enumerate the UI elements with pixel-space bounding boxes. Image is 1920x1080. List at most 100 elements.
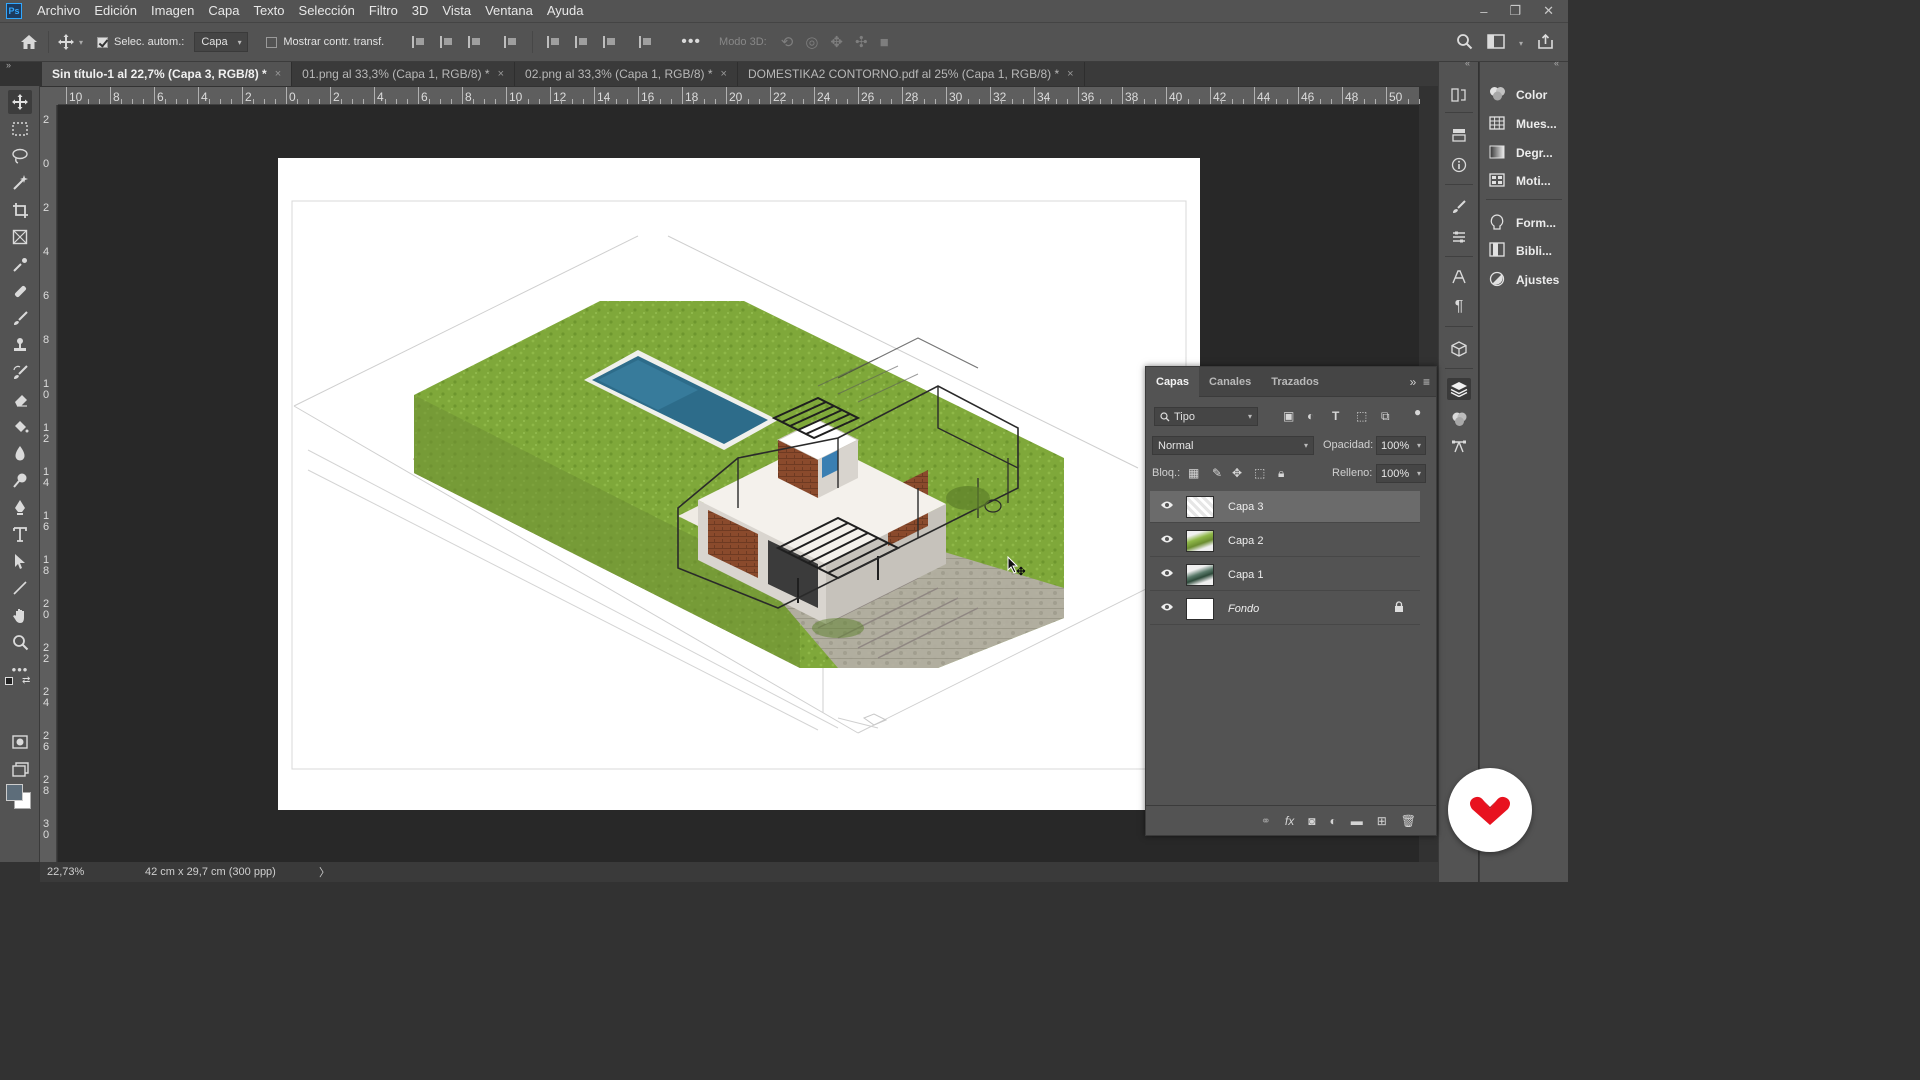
marquee-tool-icon[interactable]: [8, 117, 32, 141]
blend-mode-dropdown[interactable]: Normal ▾: [1152, 436, 1314, 455]
paragraph-icon[interactable]: ¶: [1447, 296, 1471, 318]
horizontal-ruler[interactable]: 10 8 6 4 2 0 2 4 6 8 10 12 14 16 18 20 22 24 26 28 30 32 34 36 3…: [58, 87, 1420, 105]
collapse-toolbar-icon[interactable]: »: [6, 60, 11, 70]
brush-settings-icon[interactable]: [1447, 196, 1471, 218]
align-right-icon[interactable]: [468, 36, 482, 48]
search-icon[interactable]: [1456, 33, 1473, 53]
auto-select-checkbox[interactable]: [97, 36, 109, 48]
chevron-down-icon[interactable]: ▾: [1519, 39, 1523, 48]
lock-transparent-icon[interactable]: ▦: [1188, 466, 1199, 480]
filter-pixel-icon[interactable]: ▣: [1283, 409, 1294, 423]
distribute-v-icon[interactable]: [639, 36, 653, 48]
more-options-icon[interactable]: •••: [681, 33, 701, 51]
frame-tool-icon[interactable]: [8, 225, 32, 249]
menu-filtro[interactable]: Filtro: [362, 0, 405, 22]
panel-libraries[interactable]: Bibli...: [1488, 240, 1552, 262]
layer-row-capa-2[interactable]: Capa 2: [1150, 525, 1420, 557]
minimize-button[interactable]: –: [1480, 4, 1487, 19]
history-brush-tool-icon[interactable]: [8, 360, 32, 384]
clone-stamp-tool-icon[interactable]: [8, 333, 32, 357]
default-colors-icon[interactable]: [5, 677, 13, 685]
character-icon[interactable]: [1447, 266, 1471, 288]
share-icon[interactable]: [1537, 33, 1554, 53]
menu-seleccion[interactable]: Selección: [292, 0, 362, 22]
filter-adjustment-icon[interactable]: ◐: [1307, 409, 1314, 423]
opacity-input[interactable]: 100% ▾: [1376, 436, 1426, 455]
zoom-level[interactable]: 22,73%: [47, 866, 145, 878]
hand-tool-icon[interactable]: [8, 603, 32, 627]
crop-tool-icon[interactable]: [8, 198, 32, 222]
tool-presets-icon[interactable]: [1447, 226, 1471, 248]
lasso-tool-icon[interactable]: [8, 144, 32, 168]
filter-type-icon[interactable]: T: [1332, 409, 1339, 423]
paths-icon[interactable]: [1447, 436, 1471, 458]
filter-smart-object-icon[interactable]: ⧉: [1381, 409, 1390, 424]
menu-texto[interactable]: Texto: [246, 0, 291, 22]
align-center-h-icon[interactable]: [440, 36, 454, 48]
panel-gradients[interactable]: Degr...: [1488, 142, 1553, 164]
channels-icon[interactable]: [1447, 408, 1471, 430]
menu-imagen[interactable]: Imagen: [144, 0, 201, 22]
swap-colors-icon[interactable]: ⇄: [22, 675, 30, 686]
filter-toggle-icon[interactable]: ●: [1414, 405, 1421, 419]
tab-channels[interactable]: Canales: [1199, 367, 1261, 397]
collapse-panels-icon[interactable]: «: [1554, 58, 1559, 68]
eye-icon[interactable]: [1156, 568, 1178, 581]
pen-tool-icon[interactable]: [8, 495, 32, 519]
layer-row-capa-3[interactable]: Capa 3: [1150, 491, 1420, 523]
collapse-dock-icon[interactable]: «: [1465, 58, 1470, 68]
layers-icon[interactable]: [1447, 378, 1471, 400]
menu-archivo[interactable]: Archivo: [30, 0, 87, 22]
link-layers-icon[interactable]: ⚭: [1261, 814, 1271, 828]
brush-tool-icon[interactable]: [8, 306, 32, 330]
tab-document-1[interactable]: Sin título-1 al 22,7% (Capa 3, RGB/8) * …: [42, 62, 293, 86]
lock-position-icon[interactable]: ✥: [1232, 466, 1242, 480]
photoshop-logo-icon[interactable]: Ps: [6, 3, 22, 19]
show-transform-checkbox[interactable]: [266, 36, 278, 48]
layer-row-fondo[interactable]: Fondo: [1150, 593, 1420, 625]
home-icon[interactable]: [18, 34, 40, 50]
lock-all-icon[interactable]: 🔒︎: [1278, 466, 1284, 481]
fill-input[interactable]: 100% ▾: [1376, 464, 1426, 483]
close-icon[interactable]: ×: [721, 68, 727, 80]
screen-mode-icon[interactable]: [8, 757, 32, 781]
panel-patterns[interactable]: Moti...: [1488, 170, 1551, 192]
tab-document-2[interactable]: 01.png al 33,3% (Capa 1, RGB/8) * ×: [292, 62, 516, 86]
menu-vista[interactable]: Vista: [435, 0, 478, 22]
menu-edicion[interactable]: Edición: [87, 0, 144, 22]
eye-icon[interactable]: [1156, 534, 1178, 547]
eraser-tool-icon[interactable]: [8, 387, 32, 411]
fx-icon[interactable]: fx: [1285, 814, 1294, 828]
3d-icon[interactable]: [1447, 338, 1471, 360]
eye-icon[interactable]: [1156, 500, 1178, 513]
status-arrow-icon[interactable]: 〉: [319, 864, 330, 880]
tab-document-3[interactable]: 02.png al 33,3% (Capa 1, RGB/8) * ×: [515, 62, 738, 86]
layer-row-capa-1[interactable]: Capa 1: [1150, 559, 1420, 591]
lock-artboard-icon[interactable]: ⬚: [1254, 466, 1265, 480]
path-selection-tool-icon[interactable]: [8, 549, 32, 573]
workspace-icon[interactable]: [1487, 34, 1505, 52]
line-tool-icon[interactable]: [8, 576, 32, 600]
panel-shapes[interactable]: Form...: [1488, 212, 1556, 234]
healing-brush-tool-icon[interactable]: [8, 279, 32, 303]
add-mask-icon[interactable]: ◙: [1308, 814, 1315, 828]
panel-menu-icon[interactable]: » ≡: [1410, 375, 1430, 389]
dodge-tool-icon[interactable]: [8, 468, 32, 492]
properties-icon[interactable]: [1447, 124, 1471, 146]
move-tool-preset-icon[interactable]: ▾: [57, 33, 83, 51]
close-icon[interactable]: ×: [498, 68, 504, 80]
eye-icon[interactable]: [1156, 602, 1178, 615]
paint-bucket-tool-icon[interactable]: [8, 414, 32, 438]
lock-image-icon[interactable]: ✎: [1212, 466, 1222, 480]
tab-paths[interactable]: Trazados: [1261, 367, 1329, 397]
align-middle-v-icon[interactable]: [575, 36, 589, 48]
menu-ayuda[interactable]: Ayuda: [540, 0, 591, 22]
align-top-icon[interactable]: [547, 36, 561, 48]
tab-document-4[interactable]: DOMESTIKA2 CONTORNO.pdf al 25% (Capa 1, …: [738, 62, 1085, 86]
blur-tool-icon[interactable]: [8, 441, 32, 465]
info-icon[interactable]: [1447, 154, 1471, 176]
magic-wand-tool-icon[interactable]: [8, 171, 32, 195]
move-tool-icon[interactable]: [8, 90, 32, 114]
menu-3d[interactable]: 3D: [405, 0, 436, 22]
vertical-ruler[interactable]: 2024681012141618202224262830: [40, 105, 57, 862]
